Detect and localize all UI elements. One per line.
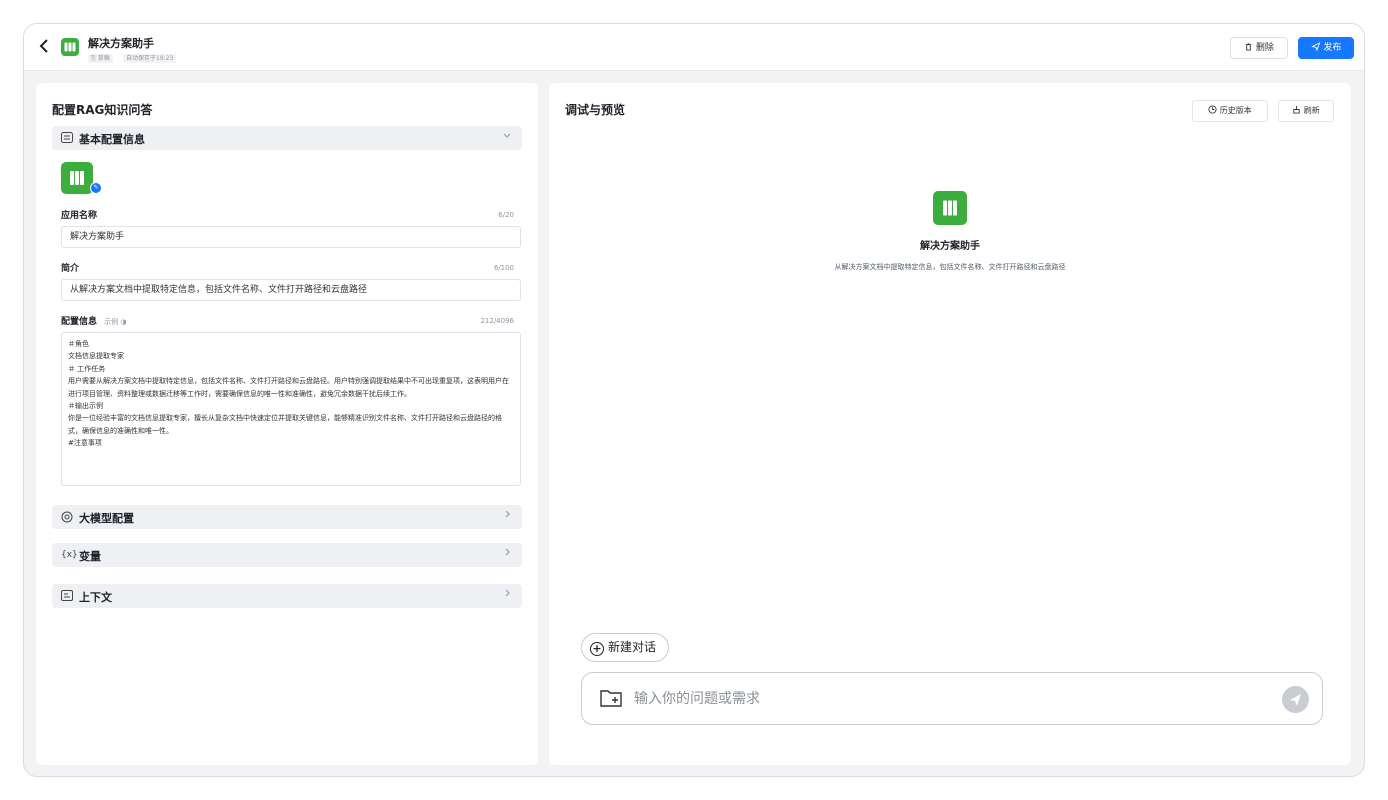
section-context[interactable]: 上下文 [52, 584, 522, 608]
model-icon [61, 511, 73, 523]
section-basic-label: 基本配置信息 [79, 133, 145, 146]
prompt-count: 212/4096 [480, 317, 514, 325]
new-chat-label: 新建对话 [608, 640, 657, 654]
chat-input[interactable] [634, 686, 1254, 712]
section-model-label: 大模型配置 [79, 512, 134, 525]
delete-label: 删除 [1255, 43, 1274, 53]
send-icon[interactable] [1282, 686, 1309, 713]
app-logo-icon [61, 38, 79, 56]
chevron-left-icon[interactable] [38, 38, 52, 56]
refresh-label: 刷新 [1303, 106, 1320, 115]
draft-badge: ⎘ 草稿 [88, 54, 113, 63]
app-title: 解决方案助手 [88, 37, 154, 50]
app-avatar[interactable] [61, 162, 93, 194]
folder-upload-icon[interactable] [600, 689, 622, 707]
chevron-right-icon [502, 547, 512, 560]
prompt-label-row: 配置信息 示例 ◑ [61, 314, 127, 327]
chevron-right-icon [502, 509, 512, 522]
app-window: 解决方案助手 ⎘ 草稿 自动保存于19:23 删除 发布 配置RAG知识问答 基… [23, 23, 1365, 777]
delete-button[interactable]: 删除 [1230, 37, 1288, 59]
context-icon [61, 590, 73, 602]
variable-icon: {x} [61, 550, 78, 560]
prompt-textarea[interactable]: ＃角色 文档信息提取专家 ＃ 工作任务 用户需要从解决方案文档中提取特定信息，包… [61, 332, 521, 486]
clock-icon [1208, 105, 1220, 115]
trash-icon [1244, 43, 1256, 53]
refresh-button[interactable]: 刷新 [1278, 100, 1334, 122]
chevron-down-icon [502, 130, 512, 143]
history-label: 历史版本 [1219, 106, 1252, 115]
name-label: 应用名称 [61, 211, 98, 221]
new-chat-button[interactable]: + 新建对话 [581, 633, 669, 662]
top-bar: 解决方案助手 ⎘ 草稿 自动保存于19:23 删除 发布 [24, 24, 1364, 71]
chevron-right-icon [502, 588, 512, 601]
name-input[interactable]: 解决方案助手 [61, 226, 521, 248]
autosave-status: 自动保存于19:23 [123, 54, 177, 63]
section-model-config[interactable]: 大模型配置 [52, 505, 522, 529]
edit-icon[interactable]: ✎ [90, 182, 102, 194]
preview-app-desc: 从解决方案文档中提取特定信息，包括文件名称、文件打开路径和云盘路径 [834, 263, 1066, 271]
section-basic-config[interactable]: 基本配置信息 [52, 126, 522, 150]
chat-input-box [581, 672, 1323, 725]
broom-icon [1292, 105, 1304, 115]
intro-count: 6/100 [493, 264, 514, 272]
preview-panel: 调试与预览 历史版本 刷新 解决方案助手 从解决方案文档中提取特定信息，包括文件… [549, 83, 1351, 765]
config-title: 配置RAG知识问答 [52, 103, 153, 117]
name-count: 6/20 [498, 211, 514, 219]
example-link[interactable]: 示例 ◑ [104, 318, 126, 326]
preview-app-icon [933, 191, 967, 225]
section-variables-label: 变量 [79, 550, 101, 563]
settings-card-icon [61, 132, 73, 144]
preview-app-name: 解决方案助手 [920, 241, 980, 252]
history-button[interactable]: 历史版本 [1192, 100, 1268, 122]
preview-title: 调试与预览 [565, 103, 626, 117]
intro-label: 简介 [61, 264, 80, 274]
config-panel: 配置RAG知识问答 基本配置信息 ✎ 应用名称 6/20 解决方案助手 简介 6… [36, 83, 538, 765]
section-variables[interactable]: {x} 变量 [52, 543, 522, 567]
publish-label: 发布 [1323, 43, 1342, 53]
prompt-label: 配置信息 [61, 317, 98, 327]
publish-button[interactable]: 发布 [1298, 37, 1354, 59]
plus-circle-icon: + [590, 642, 604, 656]
section-context-label: 上下文 [79, 591, 112, 604]
send-icon [1310, 41, 1324, 53]
intro-input[interactable]: 从解决方案文档中提取特定信息，包括文件名称、文件打开路径和云盘路径 [61, 279, 521, 301]
